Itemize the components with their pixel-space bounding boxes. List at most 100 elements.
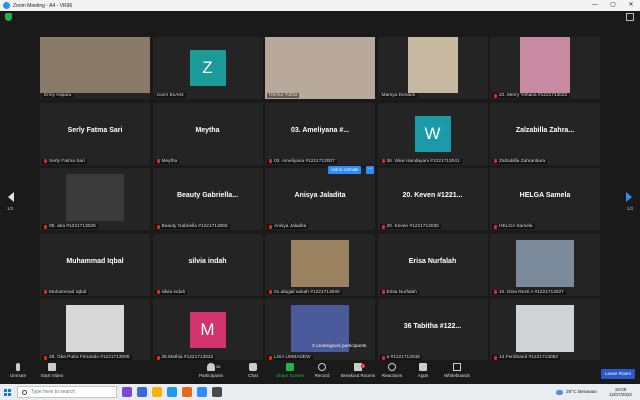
page-indicator-left: 1/3 [7,206,14,211]
weather-text[interactable]: 28°C Berawan [566,390,597,395]
participant-tile[interactable]: Serly Fatma Sari Serly Fatma Sari [40,102,150,165]
participant-tile[interactable]: 28. Oka Putra Firnando #1221713006 [40,299,150,361]
start-video-button[interactable]: Start Video [32,363,72,378]
pinned-apps [117,387,222,397]
share-screen-icon [286,363,294,371]
participant-tile[interactable]: Beauty Gabriella... Beauty Gabriella #122… [152,168,263,230]
muted-microphone-icon [381,159,385,163]
security-shield-icon[interactable] [5,13,12,21]
participant-tile[interactable]: Zalzabilla Zahra... Zalzabilla Zahrantiar… [490,102,600,165]
participant-video [66,305,124,352]
taskbar-app-icon[interactable] [152,387,162,397]
participant-display-name: Beauty Gabriella... [176,192,239,199]
maximize-button[interactable]: ▢ [604,0,622,11]
unassigned-participants-note: 3 unassigned participants [312,344,367,349]
windows-start-icon[interactable] [0,384,14,400]
taskbar-app-icon[interactable] [197,387,207,397]
next-page-icon[interactable] [626,192,632,202]
participant-name: Marsya Denaus [381,93,416,98]
whiteboards-label: Whiteboards [444,373,470,378]
camera-icon [48,363,56,371]
participant-tile[interactable]: HELGA Samela HELGA Samela [490,168,600,230]
muted-microphone-icon [381,355,385,360]
muted-microphone-icon [269,355,272,360]
muted-microphone-icon [269,290,272,294]
participants-label: Participants [198,373,223,378]
participant-tile[interactable]: Enny Aspara [40,37,150,99]
participant-name: 10. Dina Resti A #1221713027 [499,289,564,295]
participant-name-label: Zalzabilla Zahrantiara [492,158,548,164]
participant-video [265,37,375,99]
participant-name-label: Henna Yufisa [267,93,300,98]
apps-label: Apps [417,373,429,378]
participant-tile[interactable]: Marsya Denaus [377,37,488,99]
whiteboards-button[interactable]: Whiteboards [437,363,477,378]
participant-tile[interactable]: Henna Yufisa [265,37,375,99]
participant-tile[interactable]: Erisa Nurfalah Erisa Nurfalah [377,233,488,296]
chat-label: Chat [248,373,258,378]
system-tray: 28°C Berawan [556,389,597,395]
participant-tile[interactable]: 01.abigail aokah #1221713040 [265,233,375,296]
close-button[interactable]: ✕ [622,0,640,11]
participant-tile[interactable]: 20. Keven #1221... 20. Keven #1221713030 [377,168,488,230]
muted-microphone-icon [156,290,160,294]
whiteboard-icon [453,363,461,371]
participant-display-name: silvia indah [188,257,227,265]
participant-tile[interactable]: 14.Ferdinand #1221713053 [490,299,600,361]
taskbar-app-icon[interactable] [137,387,147,397]
participant-video [291,239,349,287]
participant-name: Erisa Nurfalah [386,289,417,295]
taskbar-app-icon[interactable] [122,387,132,397]
participant-name: 09. dea #1221713029 [49,224,96,229]
participant-tile[interactable]: Zzoom ExA04 [152,37,263,99]
meeting-info-bar [0,11,640,24]
participant-name-label: Marsya Denaus [379,93,418,98]
more-options-button[interactable]: ··· [366,166,374,174]
participant-tile[interactable]: 09. dea #1221713029 [40,168,150,230]
participant-avatar: W [414,115,451,152]
participant-name: Meytha [161,158,178,164]
search-input[interactable] [31,389,111,395]
minimize-button[interactable]: — [586,0,604,11]
participant-tile[interactable]: 10. Dina Resti A #1221713027 [490,233,600,296]
participant-tile[interactable]: LISA USMADEW [265,299,375,361]
participant-name: Muhammad Iqbal [49,289,87,295]
participant-tile[interactable]: M 26.Mathia #1221713032 [152,299,263,361]
participant-tile[interactable]: 22. Merry Yohana #1221713022 [490,37,600,99]
taskbar-search[interactable] [17,386,117,398]
breakout-rooms-label: Breakout Rooms [340,373,376,378]
taskbar-clock[interactable]: 19:09 12/07/2022 [609,387,632,398]
weather-icon [556,389,564,395]
muted-microphone-icon [269,159,272,163]
participant-tile[interactable]: Muhammad Iqbal Muhammad Iqbal [40,233,150,296]
taskbar-app-icon[interactable] [167,387,177,397]
participant-name-label: Anisya Jaladita [267,224,309,229]
participant-name: 22. Merry Yohana #1221713022 [499,93,568,98]
taskbar-app-icon[interactable] [212,387,222,397]
view-toggle-icon[interactable] [626,13,634,21]
ask-to-unmute-button[interactable]: Ask to Unmute [328,166,362,174]
breakout-badge: 1 [361,364,365,368]
participant-tile[interactable]: silvia indah silvia indah [152,233,263,296]
participants-button[interactable]: 36 Participants [191,363,231,378]
participant-tile[interactable]: 36 Tabitha #122... a #1221713048 [377,299,488,361]
participant-tile[interactable]: Meytha Meytha [152,102,263,165]
participant-display-name: Zalzabilla Zahra... [515,126,575,134]
participant-name-label: Muhammad Iqbal [42,289,89,295]
participant-tile[interactable]: Anisya Jaladita Anisya Jaladita [265,168,375,230]
previous-page-icon[interactable] [8,192,14,202]
participant-name-label: Meytha [154,158,180,164]
muted-microphone-icon [269,224,272,229]
participant-name-label: Serly Fatma Sari [42,158,87,164]
window-title: Zoom Meeting - A4 - VR96 [13,2,73,9]
leave-room-button[interactable]: Leave Room [601,369,635,379]
reactions-label: Reactions [381,373,403,378]
participant-name-label: Erisa Nurfalah [379,289,419,295]
participant-tile[interactable]: 03. Ameliyana #... 03. Ameliyana #1221713… [265,102,375,165]
chat-button[interactable]: Chat [233,363,273,378]
participant-display-name: Anisya Jaladita [294,192,346,199]
participant-name: 20. Keven #1221713030 [386,224,439,229]
participant-tile[interactable]: W 36. Wiwi Handayani #1221713041 [377,102,488,165]
search-icon [22,389,27,395]
taskbar-app-icon[interactable] [182,387,192,397]
